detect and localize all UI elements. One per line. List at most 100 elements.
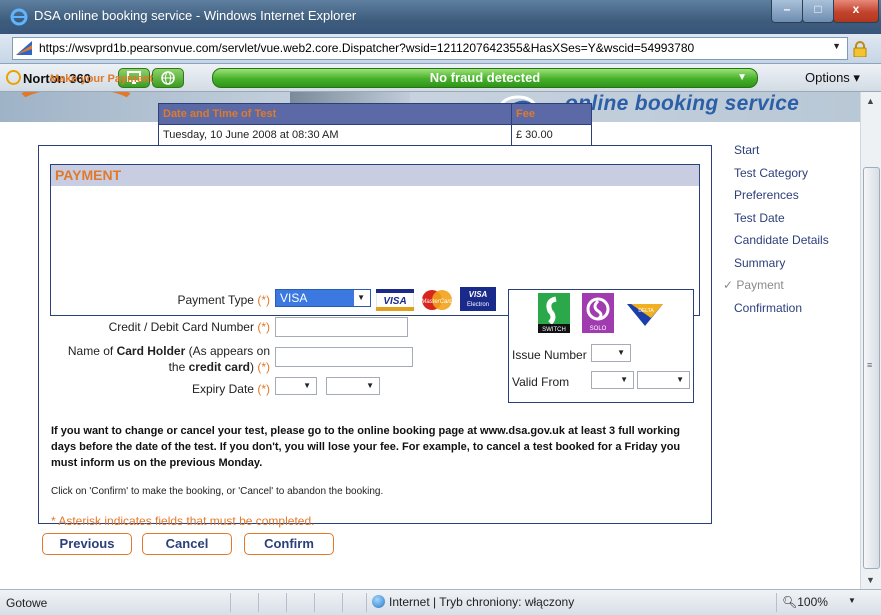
confirm-instructions: Click on 'Confirm' to make the booking, … — [51, 486, 384, 497]
expiry-date-label: Expiry Date (*) — [150, 382, 270, 396]
expiry-month-select[interactable]: ▼ — [275, 377, 317, 395]
nav-item-candidate-details[interactable]: Candidate Details — [734, 233, 829, 247]
confirm-button[interactable]: Confirm — [244, 533, 334, 555]
chevron-down-icon: ▼ — [617, 348, 625, 357]
svg-text:DELTA: DELTA — [638, 308, 654, 314]
chevron-down-icon: ▼ — [620, 375, 628, 384]
nav-item-start[interactable]: Start — [734, 143, 759, 157]
expiry-label-text: Expiry Date — [191, 382, 254, 396]
nav-item-confirmation[interactable]: Confirmation — [734, 301, 802, 315]
holder-label-part: (As appears on — [188, 344, 270, 358]
holder-label-part: the — [168, 360, 186, 374]
page-title: Make your Payment — [50, 73, 154, 85]
status-divider — [314, 593, 315, 612]
svg-text:SOLO: SOLO — [590, 326, 607, 332]
address-input[interactable]: https://wsvprd1b.pearsonvue.com/servlet/… — [12, 37, 848, 60]
lock-icon[interactable] — [852, 41, 868, 57]
test-date-time: Tuesday, 10 June 2008 at 08:30 AM — [158, 124, 512, 146]
norton-check-icon — [6, 70, 21, 85]
chevron-down-icon: ▼ — [676, 375, 684, 384]
cancel-button[interactable]: Cancel — [142, 533, 232, 555]
browser-window: DSA online booking service - Windows Int… — [0, 0, 881, 615]
holder-label-bold: Card Holder — [116, 344, 186, 358]
svg-text:MasterCard: MasterCard — [421, 299, 453, 305]
payment-heading: PAYMENT — [51, 165, 699, 186]
globe-icon — [161, 71, 175, 85]
security-zone-text: Internet | Tryb chroniony: włączony — [389, 595, 575, 609]
address-dropdown-icon[interactable]: ▼ — [832, 41, 841, 51]
status-bar: Gotowe Internet | Tryb chroniony: włączo… — [0, 589, 881, 615]
status-divider — [258, 593, 259, 612]
valid-from-year-select[interactable]: ▼ — [637, 371, 690, 389]
scroll-down-icon[interactable]: ▼ — [866, 575, 875, 585]
fraud-dropdown-icon[interactable]: ▼ — [737, 69, 747, 87]
issue-number-label: Issue Number — [512, 348, 587, 362]
holder-label-part: ) — [249, 360, 254, 374]
nav-item-test-category[interactable]: Test Category — [734, 166, 808, 180]
zoom-value: 100% — [797, 595, 828, 609]
norton-web-button[interactable] — [152, 68, 184, 88]
nav-item-preferences[interactable]: Preferences — [734, 188, 799, 202]
zoom-dropdown-icon[interactable]: ▼ — [848, 596, 856, 605]
nav-item-summary[interactable]: Summary — [734, 256, 785, 270]
ie-icon — [10, 8, 28, 26]
delta-card-icon: DELTA — [625, 300, 665, 328]
address-bar: https://wsvprd1b.pearsonvue.com/servlet/… — [0, 34, 881, 64]
expiry-year-select[interactable]: ▼ — [326, 377, 380, 395]
window-title: DSA online booking service - Windows Int… — [34, 8, 357, 23]
payment-type-select[interactable]: VISA ▼ — [275, 289, 371, 307]
holder-label-part: Name of — [67, 344, 114, 358]
asterisk-note: * Asterisk indicates fields that must be… — [51, 514, 315, 528]
status-divider — [286, 593, 287, 612]
test-fee: £ 30.00 — [511, 124, 592, 146]
chevron-down-icon: ▼ — [357, 293, 365, 302]
card-holder-label: Name of Card Holder (As appears on the c… — [60, 343, 270, 375]
nav-item-test-date[interactable]: Test Date — [734, 211, 785, 225]
security-zone[interactable]: Internet | Tryb chroniony: włączony — [372, 595, 574, 609]
scroll-up-icon[interactable]: ▲ — [866, 96, 875, 106]
previous-button[interactable]: Previous — [42, 533, 132, 555]
table-row: Tuesday, 10 June 2008 at 08:30 AM £ 30.0… — [158, 124, 592, 146]
vertical-scrollbar[interactable]: ▲ ≡ ▼ — [860, 92, 881, 589]
required-mark: (*) — [257, 360, 270, 374]
required-mark: (*) — [257, 382, 270, 396]
maximize-button[interactable]: □ — [802, 0, 834, 23]
zoom-icon: 🔍︎ — [782, 595, 798, 609]
close-button[interactable]: x — [833, 0, 879, 23]
issue-number-select[interactable]: ▼ — [591, 344, 631, 362]
holder-label-bold: credit card — [188, 360, 250, 374]
status-divider — [366, 593, 367, 612]
valid-from-month-select[interactable]: ▼ — [591, 371, 634, 389]
switch-card-icon: SWITCH — [538, 293, 570, 333]
chevron-down-icon: ▼ — [366, 381, 374, 390]
mastercard-icon: MasterCard — [421, 290, 453, 310]
svg-text:VISA: VISA — [383, 296, 406, 307]
address-url: https://wsvprd1b.pearsonvue.com/servlet/… — [39, 41, 695, 55]
status-divider — [230, 593, 231, 612]
card-number-input[interactable] — [275, 317, 408, 337]
card-holder-label-line1: Name of Card Holder (As appears on — [60, 343, 270, 359]
solo-card-icon: SOLO — [582, 293, 614, 333]
header-date-time: Date and Time of Test — [158, 103, 512, 125]
internet-globe-icon — [372, 595, 385, 608]
svg-text:VISA: VISA — [469, 290, 488, 299]
card-holder-input[interactable] — [275, 347, 413, 367]
header-fee: Fee — [511, 103, 592, 125]
required-mark: (*) — [257, 320, 270, 334]
options-menu[interactable]: Options ▾ — [805, 70, 860, 86]
fraud-status-bar[interactable]: No fraud detected ▼ — [212, 68, 758, 88]
visa-electron-icon: VISA Electron — [460, 287, 496, 311]
fraud-status-text: No fraud detected — [429, 70, 541, 85]
card-holder-label-line2: the credit card) (*) — [60, 359, 270, 375]
fee-table-header: Date and Time of Test Fee — [158, 103, 592, 125]
minimize-button[interactable]: – — [771, 0, 803, 23]
svg-text:Electron: Electron — [467, 302, 489, 308]
favicon-icon — [16, 41, 32, 55]
title-bar: DSA online booking service - Windows Int… — [0, 0, 881, 34]
scroll-grip-icon: ≡ — [867, 360, 873, 370]
zoom-level[interactable]: 🔍︎100% — [782, 595, 828, 609]
card-number-label-text: Credit / Debit Card Number — [108, 320, 254, 334]
cancellation-info: If you want to change or cancel your tes… — [51, 425, 681, 469]
required-mark: (*) — [257, 293, 270, 307]
payment-type-value: VISA — [280, 291, 308, 305]
